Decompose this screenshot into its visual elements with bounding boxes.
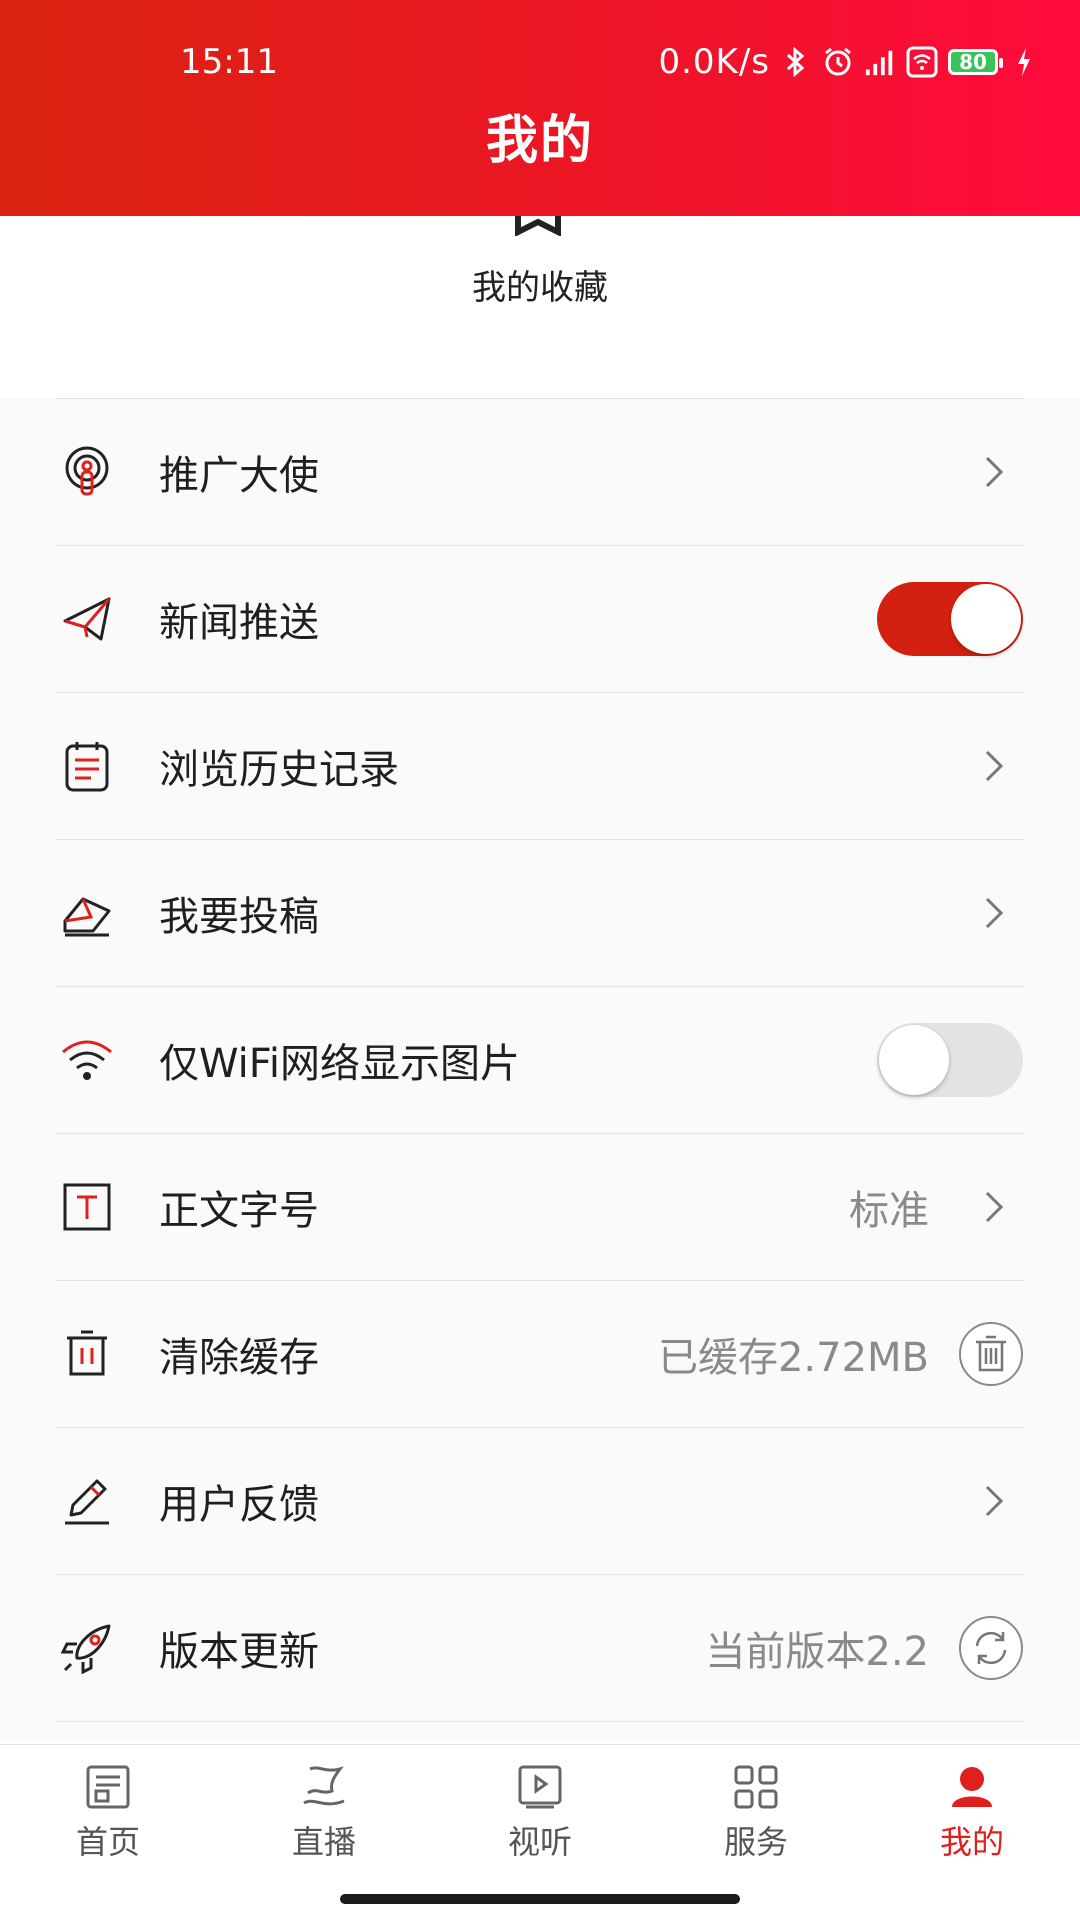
cache-size-value: 已缓存2.72MB [657, 1335, 929, 1381]
home-indicator[interactable] [340, 1894, 740, 1904]
chevron-right-icon [985, 1191, 1004, 1223]
clear-cache-button[interactable] [959, 1322, 1023, 1386]
row-clear-cache: 清除缓存 已缓存2.72MB [55, 1280, 1025, 1427]
favorites-section[interactable]: 我的收藏 [0, 216, 1080, 398]
nav-label: 服务 [723, 1823, 788, 1861]
nav-home[interactable]: 首页 [28, 1763, 188, 1863]
favorites-label: 我的收藏 [472, 268, 608, 308]
nav-services[interactable]: 服务 [676, 1763, 836, 1863]
chevron-right-icon [985, 750, 1004, 782]
toggle-knob [951, 584, 1021, 654]
chevron-right-icon [985, 1485, 1004, 1517]
nav-label: 视听 [507, 1823, 572, 1861]
row-label: 推广大使 [159, 453, 319, 499]
chevron-right-icon [985, 897, 1004, 929]
toggle-knob [879, 1025, 949, 1095]
row-browse-history[interactable]: 浏览历史记录 [55, 692, 1025, 839]
network-speed: 0.0K/s [658, 42, 770, 82]
row-label: 仅WiFi网络显示图片 [159, 1041, 520, 1087]
bluetooth-icon [780, 46, 812, 78]
ambassador-icon [65, 446, 109, 496]
wifi-status-icon [906, 46, 938, 78]
newspaper-icon [86, 1765, 130, 1809]
envelope-icon [63, 897, 111, 937]
row-label: 正文字号 [159, 1188, 319, 1234]
trash-icon [976, 1335, 1006, 1372]
battery-indicator: 80 [948, 49, 1003, 75]
font-size-value: 标准 [849, 1188, 929, 1234]
row-ambassador[interactable]: 推广大使 [55, 398, 1025, 545]
signal-icon [864, 46, 896, 78]
row-version-update: 版本更新 当前版本2.2 [55, 1574, 1025, 1721]
nav-me[interactable]: 我的 [892, 1763, 1052, 1863]
refresh-icon [975, 1631, 1007, 1665]
list-bottom-divider [55, 1721, 1025, 1741]
header: 15:11 0.0K/s 80 我的 [0, 0, 1080, 216]
status-time: 15:11 [180, 42, 278, 82]
video-icon [518, 1765, 562, 1809]
row-label: 版本更新 [159, 1629, 319, 1675]
wifi-icon [62, 1040, 112, 1080]
page-title: 我的 [485, 111, 594, 171]
row-label: 新闻推送 [159, 600, 319, 646]
row-label: 浏览历史记录 [159, 747, 399, 793]
row-submit-article[interactable]: 我要投稿 [55, 839, 1025, 986]
paper-plane-icon [63, 597, 111, 641]
version-value: 当前版本2.2 [705, 1629, 929, 1675]
text-size-icon [63, 1183, 111, 1231]
rocket-icon [61, 1624, 111, 1674]
row-news-push: 新闻推送 [55, 545, 1025, 692]
row-wifi-images: 仅WiFi网络显示图片 [55, 986, 1025, 1133]
status-bar-right: 0.0K/s 80 [658, 42, 1040, 82]
user-icon [952, 1767, 992, 1807]
nav-label: 首页 [75, 1823, 140, 1861]
settings-list: 推广大使 新闻推送 浏览历史记录 我要投稿 仅WiFi网络显示图片 正文字号 标… [0, 398, 1080, 1741]
clipboard-icon [65, 742, 109, 792]
row-font-size[interactable]: 正文字号 标准 [55, 1133, 1025, 1280]
bookmark-icon [515, 216, 561, 236]
grid-icon [734, 1765, 778, 1809]
flag-icon [303, 1766, 345, 1806]
check-update-button[interactable] [959, 1616, 1023, 1680]
alarm-icon [822, 46, 854, 78]
row-label: 用户反馈 [159, 1482, 319, 1528]
row-label: 我要投稿 [159, 894, 319, 940]
row-feedback[interactable]: 用户反馈 [55, 1427, 1025, 1574]
nav-label: 我的 [939, 1823, 1004, 1861]
news-push-toggle[interactable] [877, 582, 1023, 656]
pencil-icon [65, 1479, 109, 1525]
wifi-images-toggle[interactable] [877, 1023, 1023, 1097]
charging-icon [1008, 46, 1040, 78]
chevron-right-icon [985, 456, 1004, 488]
nav-label: 直播 [291, 1823, 356, 1861]
trash-icon [67, 1330, 107, 1376]
row-label: 清除缓存 [159, 1335, 319, 1381]
nav-live[interactable]: 直播 [244, 1763, 404, 1863]
nav-media[interactable]: 视听 [460, 1763, 620, 1863]
